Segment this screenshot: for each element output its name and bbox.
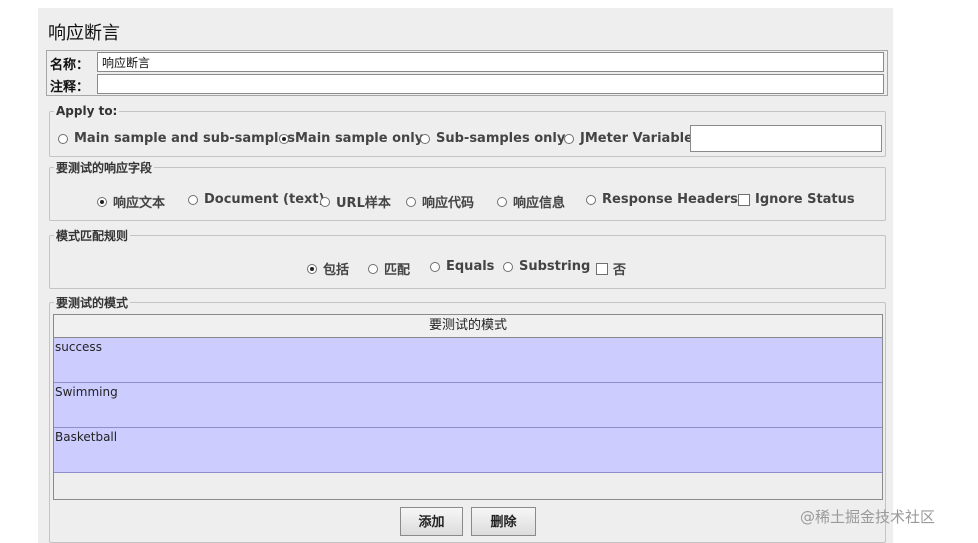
radio-response-headers[interactable]: Response Headers xyxy=(586,192,738,207)
radio-selected-icon xyxy=(279,133,289,144)
patterns-legend: 要测试的模式 xyxy=(56,296,129,310)
pattern-value: success xyxy=(55,340,102,354)
option-label: JMeter Variable xyxy=(580,131,693,146)
option-label: 匹配 xyxy=(384,263,411,278)
table-row[interactable]: success xyxy=(54,338,882,383)
radio-selected-icon xyxy=(97,196,107,207)
radio-icon xyxy=(497,196,507,207)
column-header[interactable]: 要测试的模式 xyxy=(54,315,882,338)
option-label: URL样本 xyxy=(336,196,391,211)
ignore-status-checkbox[interactable]: Ignore Status xyxy=(738,192,855,207)
radio-url-sample[interactable]: URL样本 xyxy=(320,192,391,211)
name-label: 名称： xyxy=(50,58,90,73)
assertion-panel: 响应断言 名称： 注释： Apply to: Main sample and s… xyxy=(38,8,893,543)
option-label: Equals xyxy=(446,259,495,274)
response-field-group: 要测试的响应字段 xyxy=(49,159,886,221)
option-label: 响应代码 xyxy=(422,196,475,211)
patterns-table: 要测试的模式 success Swimming Basketball xyxy=(53,314,883,500)
pattern-rules-group: 模式匹配规则 xyxy=(49,227,886,289)
radio-icon xyxy=(188,194,198,205)
checkbox-icon xyxy=(738,193,750,206)
radio-matches[interactable]: 匹配 xyxy=(368,259,410,278)
radio-jmeter-variable[interactable]: JMeter Variable xyxy=(564,131,693,146)
option-label: Main sample and sub-samples xyxy=(74,131,296,146)
pattern-value: Basketball xyxy=(55,430,118,444)
option-label: Document (text) xyxy=(204,192,325,207)
radio-sub-samples-only[interactable]: Sub-samples only xyxy=(420,131,565,146)
name-field[interactable] xyxy=(97,52,884,72)
radio-icon xyxy=(368,263,378,274)
option-label: 包括 xyxy=(323,263,350,278)
option-label: 响应文本 xyxy=(113,196,166,211)
table-row[interactable]: Basketball xyxy=(54,428,882,473)
jmeter-variable-input[interactable] xyxy=(690,125,882,152)
option-label: 响应信息 xyxy=(513,196,566,211)
delete-button[interactable]: 删除 xyxy=(471,507,536,536)
pattern-rules-legend: 模式匹配规则 xyxy=(56,229,129,243)
page-title: 响应断言 xyxy=(48,23,120,44)
negate-checkbox[interactable]: 否 xyxy=(596,259,626,278)
option-label: Substring xyxy=(519,259,591,274)
radio-icon xyxy=(406,196,416,207)
radio-contains[interactable]: 包括 xyxy=(307,259,349,278)
option-label: Main sample only xyxy=(295,131,424,146)
radio-icon xyxy=(586,194,596,205)
option-label: 否 xyxy=(613,263,627,278)
add-button[interactable]: 添加 xyxy=(400,507,463,536)
watermark: @稀土掘金技术社区 xyxy=(800,508,936,526)
radio-icon xyxy=(58,133,68,144)
radio-selected-icon xyxy=(307,263,317,274)
radio-response-text[interactable]: 响应文本 xyxy=(97,192,165,211)
radio-substring[interactable]: Substring xyxy=(503,259,590,274)
radio-equals[interactable]: Equals xyxy=(430,259,494,274)
radio-icon xyxy=(503,261,513,272)
radio-main-sample-only[interactable]: Main sample only xyxy=(279,131,423,146)
option-label: Ignore Status xyxy=(755,192,855,207)
radio-icon xyxy=(420,133,430,144)
radio-document-text[interactable]: Document (text) xyxy=(188,192,325,207)
response-field-legend: 要测试的响应字段 xyxy=(56,161,153,175)
radio-response-message[interactable]: 响应信息 xyxy=(497,192,565,211)
radio-main-and-sub-samples[interactable]: Main sample and sub-samples xyxy=(58,131,295,146)
radio-icon xyxy=(430,261,440,272)
table-row[interactable]: Swimming xyxy=(54,383,882,428)
option-label: Sub-samples only xyxy=(436,131,566,146)
checkbox-icon xyxy=(596,262,608,275)
comment-label: 注释： xyxy=(50,80,90,95)
pattern-value: Swimming xyxy=(55,385,118,399)
radio-icon xyxy=(564,133,574,144)
option-label: Response Headers xyxy=(602,192,738,207)
name-comment-box: 名称： 注释： xyxy=(46,50,888,96)
radio-icon xyxy=(320,196,330,207)
apply-to-legend: Apply to: xyxy=(56,104,118,118)
comment-field[interactable] xyxy=(97,74,884,94)
radio-response-code[interactable]: 响应代码 xyxy=(406,192,474,211)
